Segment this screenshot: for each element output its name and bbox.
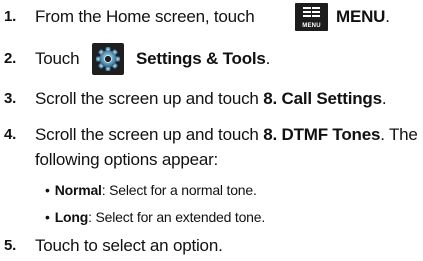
step-number: 2. bbox=[4, 50, 17, 67]
menu-grid-icon: MENU bbox=[295, 3, 328, 31]
settings-tools-label: Settings & Tools bbox=[136, 49, 266, 68]
step-text: Scroll the screen up and touch 8. DTMF T… bbox=[35, 125, 418, 144]
menu-label: MENU bbox=[336, 7, 386, 26]
step-number: 1. bbox=[4, 8, 17, 25]
option-long: • Long: Select for an extended tone. bbox=[45, 209, 266, 225]
step-text: Touch to select an option. bbox=[35, 236, 223, 255]
call-settings-label: 8. Call Settings bbox=[263, 89, 382, 108]
dtmf-tones-label: 8. DTMF Tones bbox=[263, 125, 381, 144]
step-text: From the Home screen, touch bbox=[35, 7, 255, 26]
step-text: Touch bbox=[35, 49, 80, 68]
option-normal: • Normal: Select for a normal tone. bbox=[45, 182, 257, 198]
bullet-dot: • bbox=[45, 182, 50, 198]
step-number: 3. bbox=[4, 90, 17, 107]
step-number: 5. bbox=[4, 237, 17, 254]
gear-icon bbox=[92, 43, 124, 75]
step-text: Scroll the screen up and touch 8. Call S… bbox=[35, 89, 387, 108]
step-number: 4. bbox=[4, 126, 17, 143]
bullet-dot: • bbox=[45, 209, 50, 225]
